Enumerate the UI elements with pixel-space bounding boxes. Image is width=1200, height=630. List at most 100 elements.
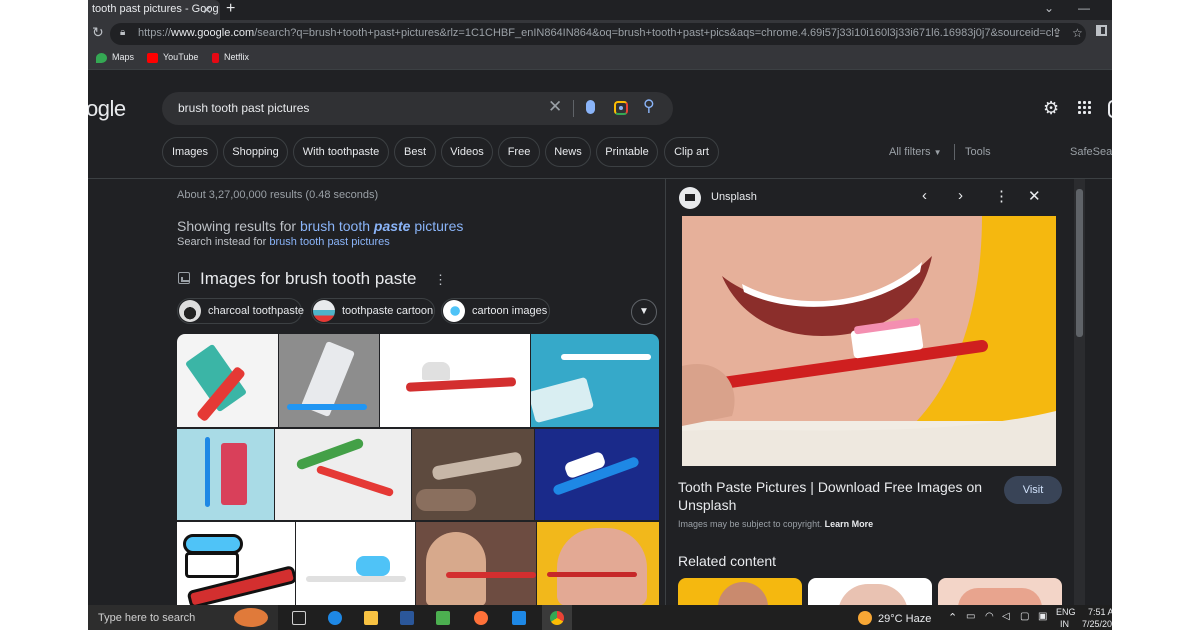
- language-indicator[interactable]: ENG: [1056, 607, 1076, 617]
- image-result[interactable]: [537, 522, 659, 606]
- original-query-link[interactable]: brush tooth past pictures: [269, 236, 389, 248]
- url-text: https://www.google.com/search?q=brush+to…: [138, 27, 1053, 39]
- mail-icon[interactable]: [512, 611, 526, 625]
- battery-icon[interactable]: ▭: [966, 611, 975, 622]
- tab-strip: tooth past pictures - Goog ✕ + ⌄ —: [88, 0, 1112, 20]
- corrected-query-link[interactable]: brush tooth paste pictures: [300, 218, 463, 234]
- chip-printable[interactable]: Printable: [596, 137, 658, 167]
- browser-tab[interactable]: tooth past pictures - Goog ✕: [88, 0, 220, 20]
- unsplash-logo: [679, 187, 701, 209]
- preview-title[interactable]: Tooth Paste Pictures | Download Free Ima…: [678, 478, 988, 514]
- google-logo[interactable]: ogle: [88, 96, 126, 122]
- taskbar-search-placeholder: Type here to search: [98, 612, 196, 624]
- image-result[interactable]: [412, 429, 534, 520]
- scrollbar[interactable]: [1074, 179, 1085, 605]
- task-view-icon[interactable]: [292, 611, 306, 625]
- file-explorer-icon[interactable]: [364, 611, 378, 625]
- more-options-icon[interactable]: ⋮: [994, 187, 1009, 205]
- bookmark-maps[interactable]: Maps: [96, 52, 134, 63]
- safesearch-button[interactable]: SafeSear: [1070, 146, 1112, 158]
- source-name[interactable]: Unsplash: [711, 191, 757, 203]
- visit-button[interactable]: Visit: [1004, 476, 1062, 504]
- minimize-icon[interactable]: —: [1078, 0, 1090, 16]
- search-box[interactable]: brush tooth past pictures ✕ ⚲: [162, 92, 673, 125]
- preview-image[interactable]: [682, 216, 1056, 466]
- related-image[interactable]: [808, 578, 932, 608]
- chip-news[interactable]: News: [545, 137, 591, 167]
- chip-best[interactable]: Best: [394, 137, 436, 167]
- search-highlight-icon: [234, 608, 268, 627]
- chip-videos[interactable]: Videos: [441, 137, 493, 167]
- chip-images[interactable]: Images: [162, 137, 218, 167]
- side-panel-icon[interactable]: [1096, 25, 1107, 36]
- meet-icon[interactable]: ▢: [1020, 611, 1029, 622]
- wifi-icon[interactable]: ◠: [985, 611, 994, 622]
- clock-time[interactable]: 7:51 A: [1088, 607, 1112, 617]
- search-instead: Search instead for brush tooth past pict…: [177, 236, 390, 248]
- apps-grid-icon[interactable]: [1078, 101, 1091, 114]
- clear-icon[interactable]: ✕: [548, 97, 562, 117]
- chevron-left-icon[interactable]: ‹: [922, 187, 927, 204]
- caret-down-icon: ▼: [933, 148, 942, 157]
- firefox-icon[interactable]: [474, 611, 488, 625]
- bookmark-netflix[interactable]: Netflix: [212, 52, 249, 63]
- avatar[interactable]: [1108, 100, 1112, 118]
- search-icon[interactable]: ⚲: [643, 96, 655, 116]
- image-result[interactable]: [279, 334, 379, 427]
- image-result[interactable]: [416, 522, 536, 606]
- refinement-chip[interactable]: charcoal toothpaste: [177, 298, 304, 324]
- more-options-icon[interactable]: ⋮: [434, 272, 447, 288]
- image-result[interactable]: [275, 429, 411, 520]
- notification-icon[interactable]: ▣: [1038, 611, 1047, 622]
- share-icon[interactable]: ⇪: [1052, 26, 1062, 40]
- refinement-thumbnail: [179, 300, 201, 322]
- new-tab-icon[interactable]: +: [226, 0, 235, 18]
- copyright-notice: Images may be subject to copyright. Lear…: [678, 519, 874, 529]
- image-result[interactable]: [177, 334, 278, 427]
- image-result[interactable]: [177, 522, 295, 606]
- image-result[interactable]: [535, 429, 659, 520]
- browser-window: tooth past pictures - Goog ✕ + ⌄ — ↻ 🔒︎ …: [88, 0, 1112, 630]
- reload-icon[interactable]: ↻: [92, 24, 104, 41]
- image-result[interactable]: [177, 429, 274, 520]
- refinement-chip[interactable]: toothpaste cartoon: [311, 298, 435, 324]
- related-image[interactable]: [938, 578, 1062, 608]
- edge-icon[interactable]: [328, 611, 342, 625]
- word-icon[interactable]: [400, 611, 414, 625]
- chevron-down-icon[interactable]: ⌄: [1044, 0, 1054, 16]
- all-filters-button[interactable]: All filters ▼: [889, 146, 942, 158]
- image-result[interactable]: [380, 334, 530, 427]
- taskbar-search[interactable]: Type here to search: [88, 605, 278, 630]
- bookmark-star-icon[interactable]: ☆: [1072, 26, 1083, 40]
- microphone-icon[interactable]: [586, 100, 595, 114]
- volume-icon[interactable]: ◁: [1002, 611, 1010, 622]
- related-image[interactable]: [678, 578, 802, 608]
- bookmark-youtube[interactable]: YouTube: [147, 52, 198, 63]
- tools-button[interactable]: Tools: [965, 146, 991, 158]
- images-heading[interactable]: Images for brush tooth paste: [200, 269, 416, 289]
- search-input[interactable]: brush tooth past pictures: [178, 101, 309, 115]
- gear-icon[interactable]: ⚙: [1043, 98, 1059, 119]
- divider: [573, 100, 574, 117]
- chip-free[interactable]: Free: [498, 137, 540, 167]
- learn-more-link[interactable]: Learn More: [825, 519, 874, 529]
- weather-text[interactable]: 29°C Haze: [878, 613, 931, 625]
- chrome-icon[interactable]: [550, 611, 564, 625]
- image-results-grid: [177, 334, 659, 606]
- chip-shopping[interactable]: Shopping: [223, 137, 288, 167]
- chevron-right-icon[interactable]: ›: [958, 187, 963, 204]
- scrollbar-thumb[interactable]: [1076, 189, 1083, 337]
- image-result[interactable]: [531, 334, 659, 427]
- close-icon[interactable]: ✕: [202, 1, 212, 19]
- chip-clip-art[interactable]: Clip art: [664, 137, 719, 167]
- refinement-chip[interactable]: cartoon images: [441, 298, 550, 324]
- lens-icon[interactable]: [614, 101, 628, 115]
- address-bar[interactable]: 🔒︎ https://www.google.com/search?q=brush…: [110, 23, 1086, 45]
- store-icon[interactable]: [436, 611, 450, 625]
- image-result[interactable]: [296, 522, 415, 606]
- chevron-down-icon[interactable]: ▼: [631, 299, 657, 325]
- refinement-thumbnail: [443, 300, 465, 322]
- chevron-up-icon[interactable]: ⌃: [948, 611, 957, 624]
- close-icon[interactable]: ✕: [1028, 187, 1041, 205]
- chip-with-toothpaste[interactable]: With toothpaste: [293, 137, 389, 167]
